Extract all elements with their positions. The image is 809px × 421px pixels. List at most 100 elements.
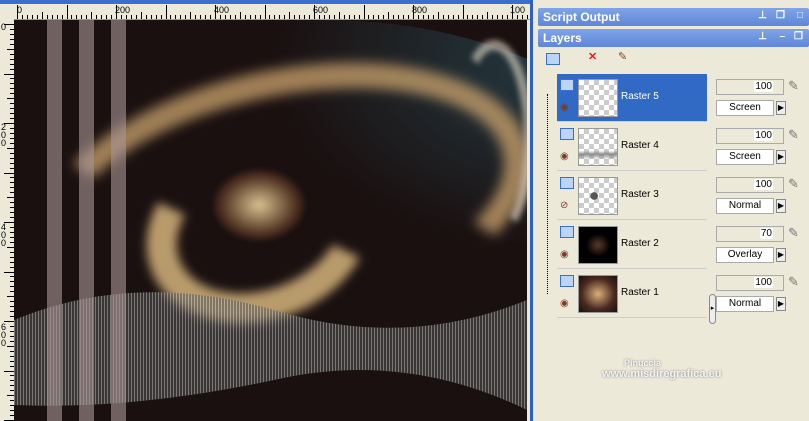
layer-row[interactable]: ◉ Raster 5 [557,74,707,122]
ruler-tick [91,12,93,19]
maximize-icon[interactable]: □ [797,10,803,21]
lock-transparency-icon[interactable]: ✎ [788,176,799,192]
eye-icon[interactable]: ◉ [560,151,569,162]
ruler-tick [526,15,528,19]
ruler-tick [36,15,38,19]
panel-title: Layers [543,31,582,45]
ruler-tick [96,15,98,19]
layer-thumbnail [578,79,618,117]
opacity-slider[interactable]: 70 [716,226,784,242]
ruler-tick [61,15,63,19]
ruler-tick [56,15,58,19]
ruler-tick [4,271,14,273]
raster-layer-icon [560,226,574,238]
opacity-slider[interactable]: 100 [716,275,784,291]
ruler-tick [388,12,390,19]
ruler-tick [41,12,43,19]
ruler-tick [7,395,14,397]
eye-icon[interactable]: ◉ [560,102,569,113]
ruler-tick [507,15,509,19]
blend-mode-dropdown[interactable]: Overlay [716,247,774,263]
ruler-tick [477,15,479,19]
ruler-tick [120,15,122,19]
new-layer-icon[interactable] [546,50,566,68]
delete-layer-icon[interactable]: ✕ [588,50,608,68]
ruler-label: 800 [412,5,428,15]
blend-mode-arrow-icon[interactable]: ▶ [776,297,786,311]
ruler-tick [314,5,315,19]
ruler-tick [160,15,162,19]
eye-icon[interactable]: ◉ [560,298,569,309]
ruler-tick [224,15,226,19]
ruler-tick [4,222,14,223]
blend-mode-arrow-icon[interactable]: ▶ [776,248,786,262]
blend-mode-arrow-icon[interactable]: ▶ [776,150,786,164]
opacity-slider[interactable]: 100 [716,177,784,193]
pin-icon[interactable]: ⊥ [758,10,767,21]
ruler-tick [472,15,474,19]
blend-mode-arrow-icon[interactable]: ▶ [776,199,786,213]
vertical-ruler: 0 200 400 600 [0,20,14,421]
layer-row[interactable]: ◉ Raster 2 [557,221,707,269]
layer-row[interactable]: ◉ Raster 4 [557,123,707,171]
restore-icon[interactable]: ❐ [776,10,785,21]
blend-mode-dropdown[interactable]: Normal [716,198,774,214]
hidden-eye-icon[interactable]: ⊘ [560,200,568,211]
ruler-tick [140,12,142,19]
opacity-value: 100 [754,277,773,288]
ruler-tick [373,15,375,19]
ruler-tick [427,15,429,19]
ruler-tick [66,5,68,19]
layer-thumbnail [578,177,618,215]
lock-transparency-icon[interactable]: ✎ [788,78,799,94]
layer-properties: 100 Normal ▶ ✎ [716,270,809,318]
pin-icon[interactable]: ⊥ [758,31,767,42]
blend-mode-dropdown[interactable]: Normal [716,296,774,312]
blend-mode-arrow-icon[interactable]: ▶ [776,101,786,115]
layer-name: Raster 5 [621,91,659,102]
opacity-value: 70 [759,228,773,239]
splitter-handle[interactable]: ▸ [709,294,716,324]
lock-transparency-icon[interactable]: ✎ [788,274,799,290]
layer-row[interactable]: ◉ Raster 1 [557,270,707,318]
layer-properties: 100 Screen ▶ ✎ [716,123,809,171]
image-canvas[interactable] [14,20,527,421]
ruler-tick [185,15,187,19]
ruler-tick [442,15,444,19]
ruler-tick [4,73,14,75]
lock-transparency-icon[interactable]: ✎ [788,225,799,241]
ruler-tick [437,12,439,19]
ruler-tick [31,15,33,19]
stripe [47,20,62,421]
blend-mode-dropdown[interactable]: Screen [716,100,774,116]
ruler-tick [333,15,335,19]
ruler-tick [279,15,281,19]
stripe [111,20,126,421]
opacity-slider[interactable]: 100 [716,128,784,144]
ruler-tick [264,5,266,19]
ruler-tick [130,15,132,19]
ruler-tick [7,246,14,248]
ruler-tick [111,15,113,19]
edit-selection-icon[interactable]: ✎ [618,50,638,68]
stripe [79,20,94,421]
opacity-value: 100 [754,179,773,190]
ruler-tick [299,15,301,19]
ruler-tick [4,123,14,124]
ruler-tick [170,15,172,19]
layer-row[interactable]: ⊘ Raster 3 [557,172,707,220]
opacity-slider[interactable]: 100 [716,79,784,95]
workspace: 0 200 400 600 800 100 0 200 400 600 [0,0,533,421]
eye-icon[interactable]: ◉ [560,249,569,260]
restore-icon[interactable]: ❐ [794,31,803,42]
lock-transparency-icon[interactable]: ✎ [788,127,799,143]
layers-titlebar[interactable]: Layers ⊥ – ❐ [538,29,809,47]
layer-list: ◉ Raster 5 100 Screen ▶ ✎ ◉ Raster 4 100… [538,72,808,421]
blend-mode-dropdown[interactable]: Screen [716,149,774,165]
ruler-tick [408,15,410,19]
ruler-tick [116,5,117,19]
script-output-titlebar[interactable]: Script Output ⊥ ❐ □ [538,8,809,26]
minimize-icon[interactable]: – [779,31,785,42]
layer-properties: 70 Overlay ▶ ✎ [716,221,809,269]
ruler-tick [462,5,464,19]
